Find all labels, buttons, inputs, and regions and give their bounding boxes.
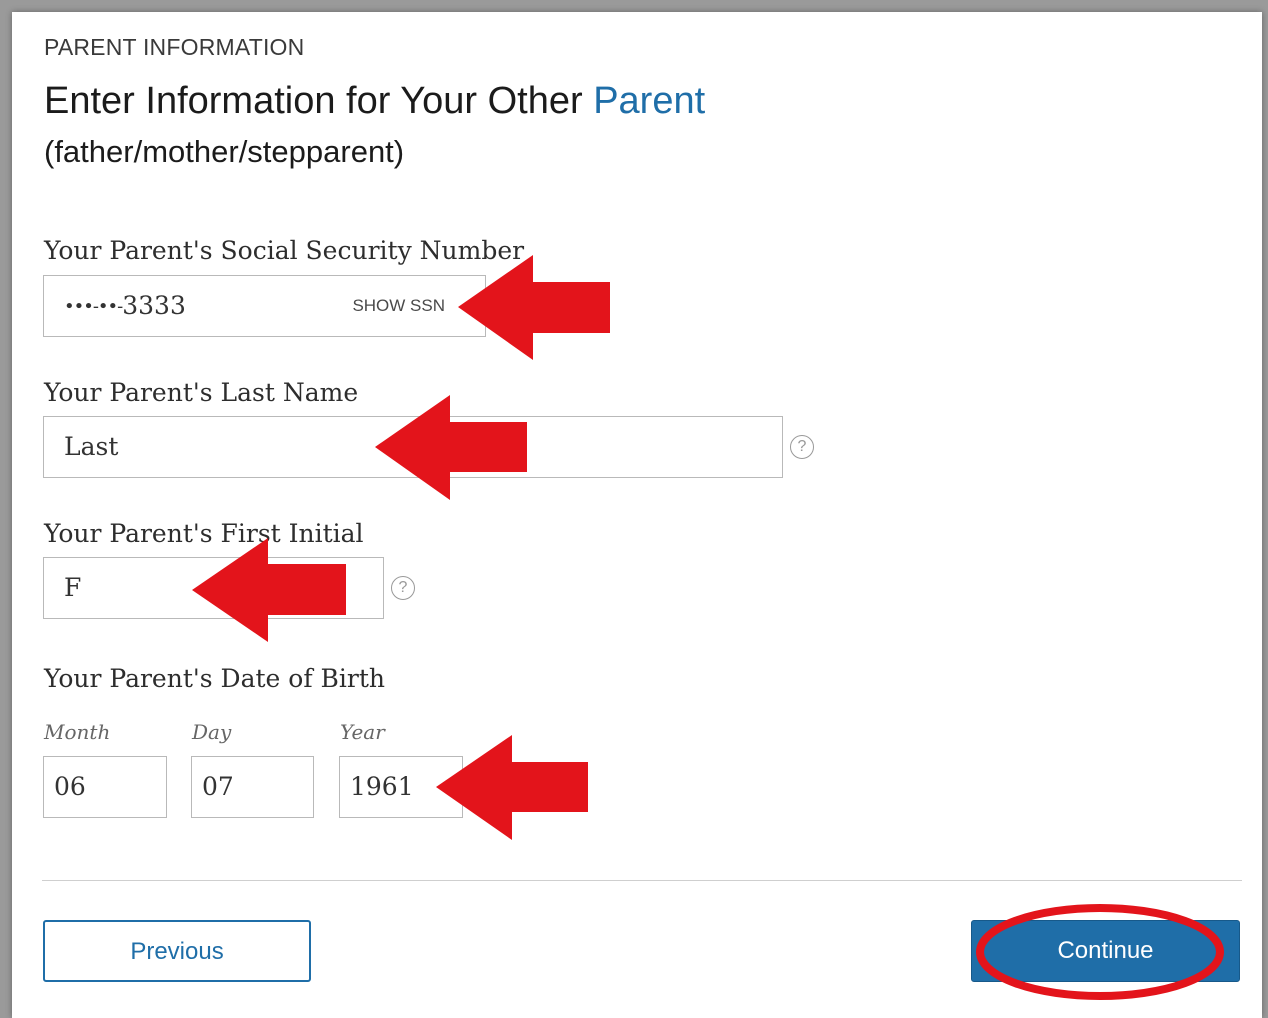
continue-circle-annotation (976, 904, 1224, 1000)
year-arrow-annotation (436, 735, 588, 840)
last-name-arrow-annotation (375, 395, 527, 500)
ssn-arrow-annotation (458, 255, 610, 360)
annotation-overlay (192, 255, 1224, 1000)
first-initial-arrow-annotation (192, 538, 346, 642)
